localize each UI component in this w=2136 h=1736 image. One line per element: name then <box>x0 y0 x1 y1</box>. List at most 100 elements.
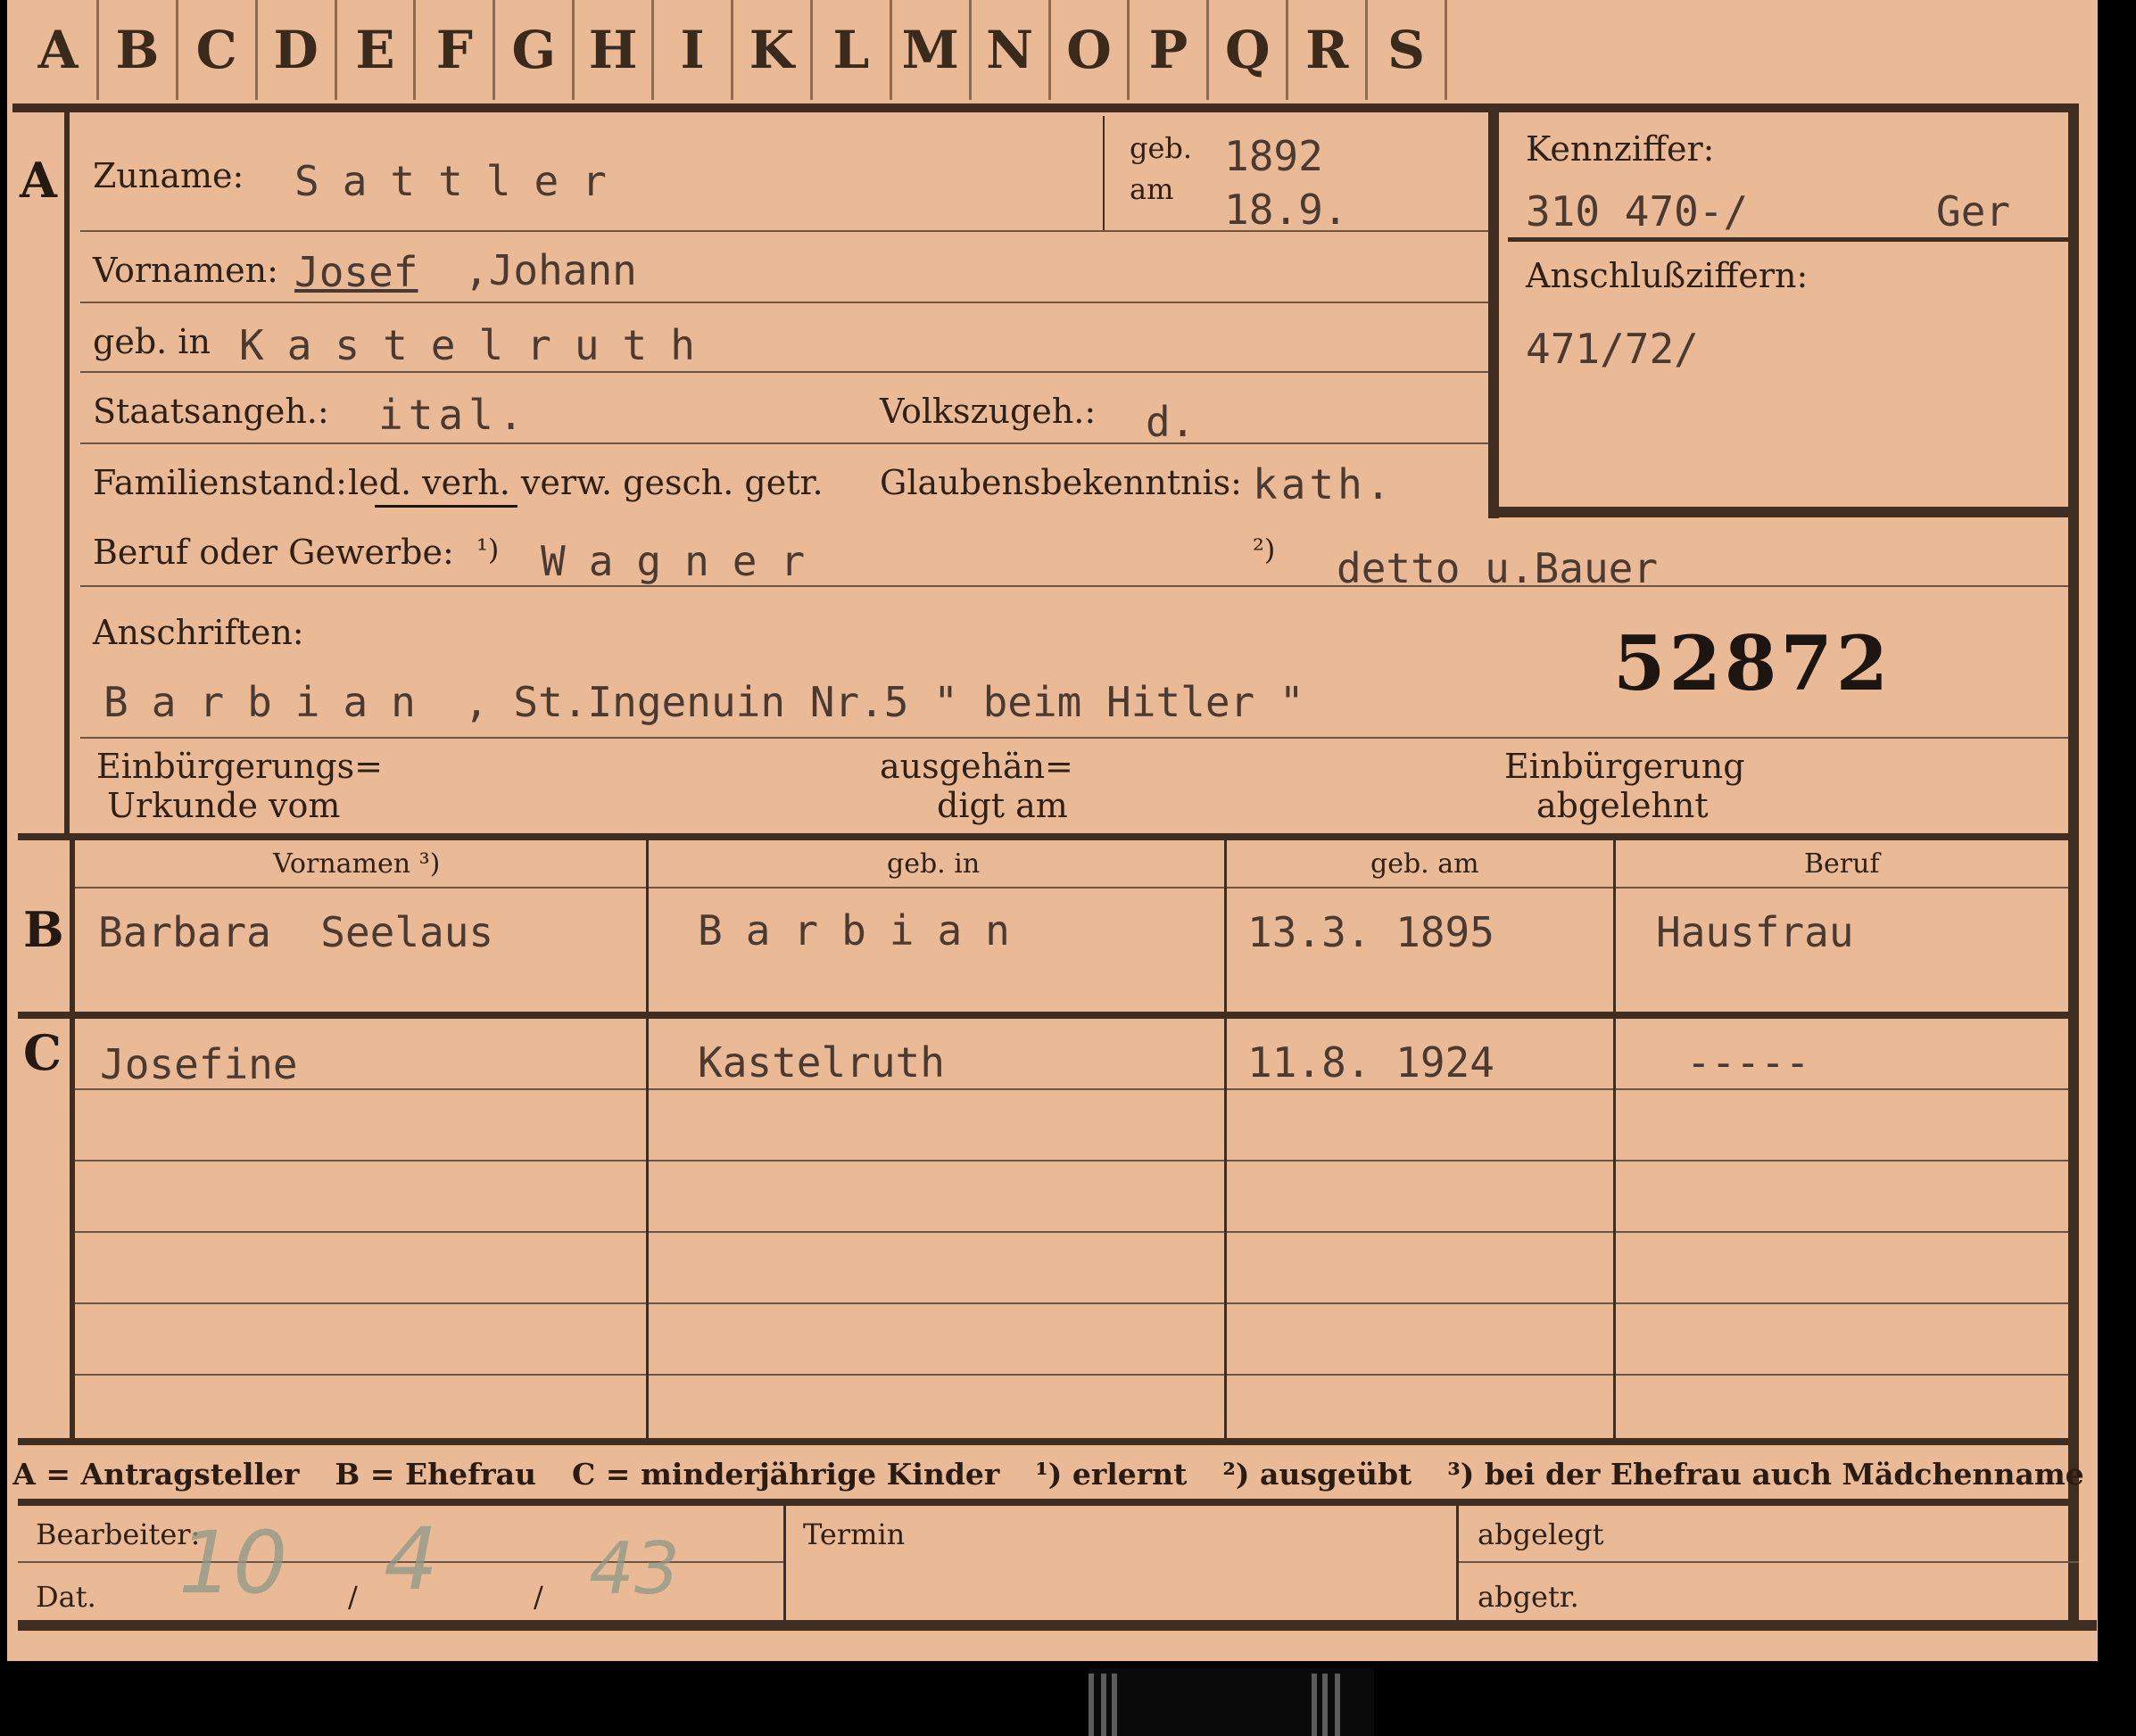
section-a-bottom <box>18 833 2079 840</box>
row-line-6 <box>80 737 2068 739</box>
right-border <box>2068 112 2079 1629</box>
legend-c: C = minderjährige Kinder <box>572 1456 1000 1492</box>
tab-f[interactable]: F <box>416 0 496 100</box>
beruf-value-1[interactable]: Wagner <box>541 541 828 582</box>
volkszugeh-value[interactable]: d. <box>1146 401 1195 442</box>
col-divider-3 <box>1613 840 1616 1438</box>
tab-c[interactable]: C <box>178 0 258 100</box>
file-number: 52872 <box>1613 619 1892 707</box>
scan-artifact <box>1089 1668 1374 1736</box>
geb-in-value[interactable]: Kastelruth <box>239 325 718 366</box>
child-row-line-5 <box>75 1374 2068 1376</box>
section-b-marker: B <box>23 901 64 958</box>
termin-label: Termin <box>803 1517 906 1551</box>
legend-b: B = Ehefrau <box>335 1456 537 1492</box>
bc-left-bar <box>70 840 75 1438</box>
child-vornamen[interactable]: Josefine <box>100 1044 298 1085</box>
kennziffer-label: Kennziffer: <box>1526 129 1715 169</box>
spouse-geb-in[interactable]: Barbian <box>698 910 1033 951</box>
tab-e[interactable]: E <box>337 0 417 100</box>
tab-h[interactable]: H <box>575 0 655 100</box>
col-divider-1 <box>646 840 649 1438</box>
staatsangeh-value[interactable]: ital. <box>378 394 528 435</box>
kennziffer-box-left <box>1488 112 1499 518</box>
row-line-5 <box>80 585 2068 587</box>
col-header-geb-in: geb. in <box>887 848 981 880</box>
volkszugeh-label: Volkszugeh.: <box>880 392 1097 431</box>
anschrift-rest[interactable]: , St.Ingenuin Nr.5 " beim Hitler " <box>464 682 1304 723</box>
staatsangeh-label: Staatsangeh.: <box>93 392 329 431</box>
spouse-beruf[interactable]: Hausfrau <box>1656 912 1854 953</box>
anschrift-ort[interactable]: Barbian <box>103 682 439 723</box>
vornamen-value-1[interactable]: Josef <box>294 252 418 293</box>
tab-m[interactable]: M <box>892 0 972 100</box>
col-divider-2 <box>1224 840 1227 1438</box>
anschlussziffern-label: Anschlußziffern: <box>1526 256 1809 295</box>
geb-in-label: geb. in <box>93 322 211 361</box>
geb-label: geb. <box>1130 131 1193 165</box>
col-header-beruf: Beruf <box>1804 848 1880 880</box>
kennziffer-divider <box>1508 237 2070 242</box>
alphabet-tab-strip: A B C D E F G H I K L M N O P Q R S <box>20 0 1448 102</box>
tab-a[interactable]: A <box>20 0 99 100</box>
col-header-geb-am: geb. am <box>1370 848 1479 880</box>
row-line-3 <box>80 371 1488 373</box>
child-beruf[interactable]: ----- <box>1686 1042 1809 1083</box>
legend-note-2: ²) ausgeübt <box>1222 1456 1412 1492</box>
tab-k[interactable]: K <box>733 0 813 100</box>
beruf-label: Beruf oder Gewerbe: <box>93 533 454 572</box>
child-row-line-2 <box>75 1160 2068 1161</box>
kennziffer-value[interactable]: 310 470-/ <box>1526 191 1748 232</box>
anschriften-label: Anschriften: <box>93 613 304 652</box>
zuname-value[interactable]: Sattler <box>294 161 630 202</box>
tab-n[interactable]: N <box>972 0 1051 100</box>
legend-top <box>18 1438 2079 1445</box>
am-label: am <box>1130 172 1174 206</box>
familienstand-label: Familienstand: <box>93 463 347 502</box>
beruf-note-1: ¹) <box>476 533 500 566</box>
child-geb-in[interactable]: Kastelruth <box>698 1042 945 1083</box>
handwritten-day: 10 <box>178 1513 288 1613</box>
tab-p[interactable]: P <box>1130 0 1210 100</box>
section-a-marker: A <box>20 152 57 209</box>
kennziffer-suffix[interactable]: Ger <box>1936 191 2010 232</box>
section-c-marker: C <box>23 1024 62 1081</box>
einbuergerung-abgelehnt-label-1: Einbürgerung <box>1504 747 1745 786</box>
row-line-2 <box>80 302 1488 303</box>
tab-b[interactable]: B <box>99 0 178 100</box>
vornamen-value-2[interactable]: ,Johann <box>464 250 637 291</box>
einbuergerung-abgelehnt-label-2: abgelehnt <box>1536 786 1709 825</box>
geb-date-value[interactable]: 18.9. <box>1224 189 1347 230</box>
spouse-vornamen[interactable]: Barbara Seelaus <box>98 912 493 953</box>
ausgehaendigt-label-1: ausgehän= <box>880 747 1073 786</box>
child-row-line-1 <box>75 1088 2068 1090</box>
tab-i[interactable]: I <box>654 0 734 100</box>
beruf-note-2: ²) <box>1253 533 1276 566</box>
col-header-vornamen: Vornamen ³) <box>273 848 441 880</box>
tab-q[interactable]: Q <box>1209 0 1289 100</box>
date-separator-2: / <box>534 1580 543 1614</box>
top-border <box>12 103 2079 112</box>
glaubensbekenntnis-value[interactable]: kath. <box>1253 464 1394 505</box>
zuname-label: Zuname: <box>93 156 244 195</box>
tab-l[interactable]: L <box>813 0 892 100</box>
kennziffer-box-bottom <box>1488 507 2079 517</box>
footer-divider-1 <box>783 1506 786 1620</box>
einbuergerung-urkunde-label-1: Einbürgerungs= <box>96 747 383 786</box>
beruf-value-2[interactable]: detto u.Bauer <box>1337 548 1658 589</box>
tab-o[interactable]: O <box>1051 0 1130 100</box>
spouse-geb-am[interactable]: 13.3. 1895 <box>1247 912 1494 953</box>
dat-label: Dat. <box>36 1580 96 1614</box>
child-geb-am[interactable]: 11.8. 1924 <box>1247 1042 1494 1083</box>
geb-year-value[interactable]: 1892 <box>1224 136 1323 177</box>
anschlussziffern-value[interactable]: 471/72/ <box>1526 328 1699 369</box>
bottom-border <box>18 1620 2097 1631</box>
tab-d[interactable]: D <box>258 0 337 100</box>
familienstand-underline <box>375 505 517 508</box>
vornamen-label: Vornamen: <box>93 251 278 290</box>
familienstand-options[interactable]: led. verh. verw. gesch. getr. <box>348 466 824 500</box>
tab-s[interactable]: S <box>1368 0 1448 100</box>
tab-r[interactable]: R <box>1288 0 1369 100</box>
tab-g[interactable]: G <box>495 0 575 100</box>
footer-divider-2 <box>1456 1506 1459 1620</box>
